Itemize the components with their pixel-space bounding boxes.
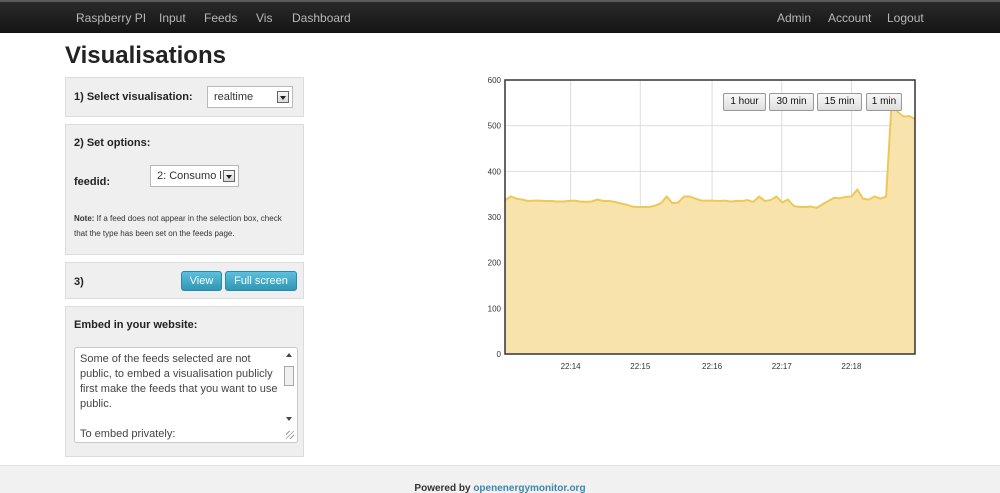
set-options-label: 2) Set options: — [74, 137, 151, 149]
x-tick-label: 22:17 — [772, 362, 793, 371]
panel-embed: Embed in your website: Some of the feeds… — [65, 306, 304, 457]
realtime-chart: 0 100 200 300 400 500 600 22:14 22:15 22:16 22:17 2… — [480, 75, 920, 375]
x-tick-label: 22:15 — [630, 362, 651, 371]
embed-label: Embed in your website: — [74, 319, 198, 331]
range-30-min-button[interactable]: 30 min — [769, 93, 814, 111]
scroll-up-icon[interactable] — [286, 353, 292, 357]
nav-link-account[interactable]: Account — [828, 11, 871, 25]
panel-select-visualisation: 1) Select visualisation: realtime — [65, 77, 304, 117]
chevron-down-icon — [277, 91, 289, 103]
note-prefix: Note: — [74, 214, 95, 223]
y-tick-label: 400 — [488, 167, 502, 176]
scroll-thumb[interactable] — [284, 366, 294, 386]
y-tick-label: 0 — [497, 350, 502, 359]
x-tick-label: 22:16 — [702, 362, 723, 371]
resize-grip-icon[interactable] — [286, 431, 294, 439]
feedid-select-value: 2: Consumo l — [157, 170, 222, 182]
nav-link-admin[interactable]: Admin — [777, 11, 811, 25]
top-navbar: Raspberry PI Input Feeds Vis Dashboard A… — [0, 0, 1000, 33]
nav-link-input[interactable]: Input — [159, 11, 186, 25]
x-tick-label: 22:14 — [561, 362, 582, 371]
chart-canvas: 0 100 200 300 400 500 600 22:14 22:15 22:16 22:17 2… — [488, 76, 916, 371]
y-tick-label: 600 — [488, 76, 502, 85]
nav-link-vis[interactable]: Vis — [256, 11, 272, 25]
nav-link-feeds[interactable]: Feeds — [204, 11, 237, 25]
nav-link-home[interactable]: Raspberry PI — [76, 11, 146, 25]
y-tick-label: 100 — [488, 304, 502, 313]
page-title: Visualisations — [65, 42, 226, 69]
nav-link-logout[interactable]: Logout — [887, 11, 924, 25]
footer-link[interactable]: openenergymonitor.org — [473, 483, 585, 493]
nav-link-dashboard[interactable]: Dashboard — [292, 11, 351, 25]
range-1-min-button[interactable]: 1 min — [866, 93, 902, 111]
y-tick-label: 200 — [488, 259, 502, 268]
y-tick-label: 500 — [488, 122, 502, 131]
footer: Powered by openenergymonitor.org — [0, 465, 1000, 493]
visualisation-select[interactable]: realtime — [207, 86, 293, 108]
panel-set-options: 2) Set options: feedid: 2: Consumo l Not… — [65, 124, 304, 255]
select-visualisation-label: 1) Select visualisation: — [74, 91, 193, 103]
x-tick-label: 22:18 — [841, 362, 862, 371]
step3-label: 3) — [74, 276, 84, 288]
feed-note: Note: If a feed does not appear in the s… — [74, 211, 294, 241]
embed-code-textarea[interactable]: Some of the feeds selected are not publi… — [74, 347, 298, 443]
visualisation-select-value: realtime — [214, 91, 254, 103]
chevron-down-icon — [223, 170, 235, 182]
note-text: If a feed does not appear in the selecti… — [74, 214, 282, 238]
textarea-scrollbar[interactable] — [283, 351, 295, 423]
scroll-down-icon[interactable] — [286, 417, 292, 421]
view-button[interactable]: View — [181, 271, 222, 291]
feedid-label: feedid: — [74, 176, 111, 188]
y-tick-label: 300 — [488, 213, 502, 222]
footer-prefix: Powered by — [414, 483, 474, 493]
panel-actions: 3) View Full screen — [65, 262, 304, 299]
feedid-select[interactable]: 2: Consumo l — [150, 165, 239, 187]
footer-text: Powered by openenergymonitor.org — [0, 483, 1000, 493]
range-1-hour-button[interactable]: 1 hour — [723, 93, 766, 111]
embed-text: Some of the feeds selected are not publi… — [80, 353, 278, 440]
range-15-min-button[interactable]: 15 min — [817, 93, 862, 111]
full-screen-button[interactable]: Full screen — [225, 271, 297, 291]
